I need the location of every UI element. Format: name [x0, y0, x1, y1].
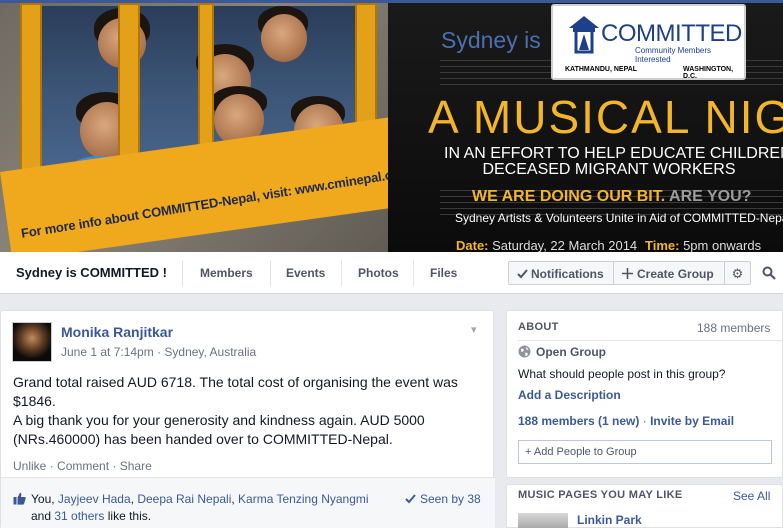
divider [518, 340, 783, 341]
liker-link[interactable]: Karma Tenzing Nyangmi [238, 492, 369, 506]
poster-artists: Sydney Artists & Volunteers Unite in Aid… [455, 211, 783, 225]
group-nav-bar: Sydney is COMMITTED ! Members Events Pho… [0, 252, 783, 294]
group-post: Monika Ranjitkar June 1 at 7:14pm · Sydn… [0, 310, 495, 528]
privacy-label: Open Group [536, 345, 606, 359]
create-group-label: Create Group [637, 267, 714, 281]
chevron-down-icon[interactable]: ▾ [471, 323, 477, 336]
tab-files[interactable]: Files [430, 266, 457, 280]
post-author[interactable]: Monika Ranjitkar [61, 324, 173, 340]
music-heading: MUSIC PAGES YOU MAY LIKE [518, 489, 683, 501]
logo-wordmark: COMMITTED [601, 20, 742, 47]
likes-text-more: and 31 others like this. [31, 509, 152, 523]
plus-icon [622, 268, 633, 279]
temple-emblem-icon [569, 16, 599, 54]
post-actions: Unlike · Comment · Share [13, 459, 152, 473]
logo-subtitle: Community Members Interested [635, 46, 712, 64]
avatar[interactable] [12, 322, 52, 362]
others-link[interactable]: 31 others [54, 509, 104, 523]
poster-headline: A MUSICAL NIGHT [428, 91, 783, 143]
music-page-link[interactable]: Linkin Park [577, 513, 642, 527]
gear-icon: ⚙ [731, 266, 744, 281]
checkmark-icon [405, 494, 416, 504]
share-link[interactable]: Share [120, 459, 152, 473]
about-question: What should people post in this group? [518, 367, 726, 381]
notifications-button[interactable]: Notifications [508, 261, 614, 285]
thumbs-up-icon [13, 492, 26, 505]
sydney-is-text: Sydney is [441, 27, 541, 53]
checkmark-icon [517, 269, 528, 279]
tab-photos[interactable]: Photos [358, 266, 399, 280]
globe-icon [518, 345, 531, 358]
logo-place-left: KATHMANDU, NEPAL [565, 66, 638, 73]
settings-button[interactable]: ⚙ [724, 261, 751, 285]
post-text-1: Grand total raised AUD 6718. The total c… [13, 374, 458, 409]
member-count: 188 members [697, 321, 771, 335]
add-description-link[interactable]: Add a Description [518, 388, 621, 402]
tab-members[interactable]: Members [200, 266, 253, 280]
committed-logo: COMMITTED Community Members Interested K… [551, 4, 746, 80]
seen-by-link[interactable]: Seen by 38 [405, 492, 481, 506]
likes-bar: You, Jayjeev Hada, Deepa Rai Nepali, Kar… [1, 477, 495, 528]
create-group-button[interactable]: Create Group [613, 261, 725, 285]
add-people-input[interactable]: + Add People to Group [518, 440, 772, 464]
search-icon[interactable] [762, 266, 776, 280]
post-meta: June 1 at 7:14pm · Sydney, Australia [61, 345, 257, 359]
liker-link[interactable]: Jayjeev Hada [58, 492, 131, 506]
cover-photo: For more info about COMMITTED-Nepal, vis… [0, 0, 783, 252]
poster-date: Date: Saturday, 22 March 2014 [456, 238, 638, 252]
see-all-link[interactable]: See All [733, 489, 770, 503]
music-pages-panel: MUSIC PAGES YOU MAY LIKE See All Linkin … [506, 484, 783, 528]
poster-slogan: WE ARE DOING OUR BIT. ARE YOU? [472, 188, 752, 205]
notifications-label: Notifications [531, 267, 604, 281]
post-text-2: A big thank you for your generosity and … [13, 412, 425, 447]
poster-time: Time: 5pm onwards [645, 238, 762, 252]
about-heading: ABOUT [518, 321, 559, 333]
liker-link[interactable]: Deepa Rai Nepali [137, 492, 231, 506]
logo-place-right: WASHINGTON, D.C. [683, 66, 734, 80]
poster-subline-2: DECEASED MIGRANT WORKERS [482, 161, 736, 178]
tab-events[interactable]: Events [286, 266, 325, 280]
group-name[interactable]: Sydney is COMMITTED ! [16, 265, 167, 280]
members-link[interactable]: 188 members (1 new) [518, 414, 639, 428]
comment-link[interactable]: Comment [57, 459, 109, 473]
about-panel: ABOUT 188 members Open Group What should… [506, 310, 783, 478]
invite-by-email-link[interactable]: Invite by Email [650, 414, 734, 428]
unlike-link[interactable]: Unlike [13, 459, 46, 473]
page-thumbnail[interactable] [518, 513, 568, 528]
members-line: 188 members (1 new) · Invite by Email [518, 414, 735, 428]
likes-text: You, Jayjeev Hada, Deepa Rai Nepali, Kar… [31, 492, 369, 506]
